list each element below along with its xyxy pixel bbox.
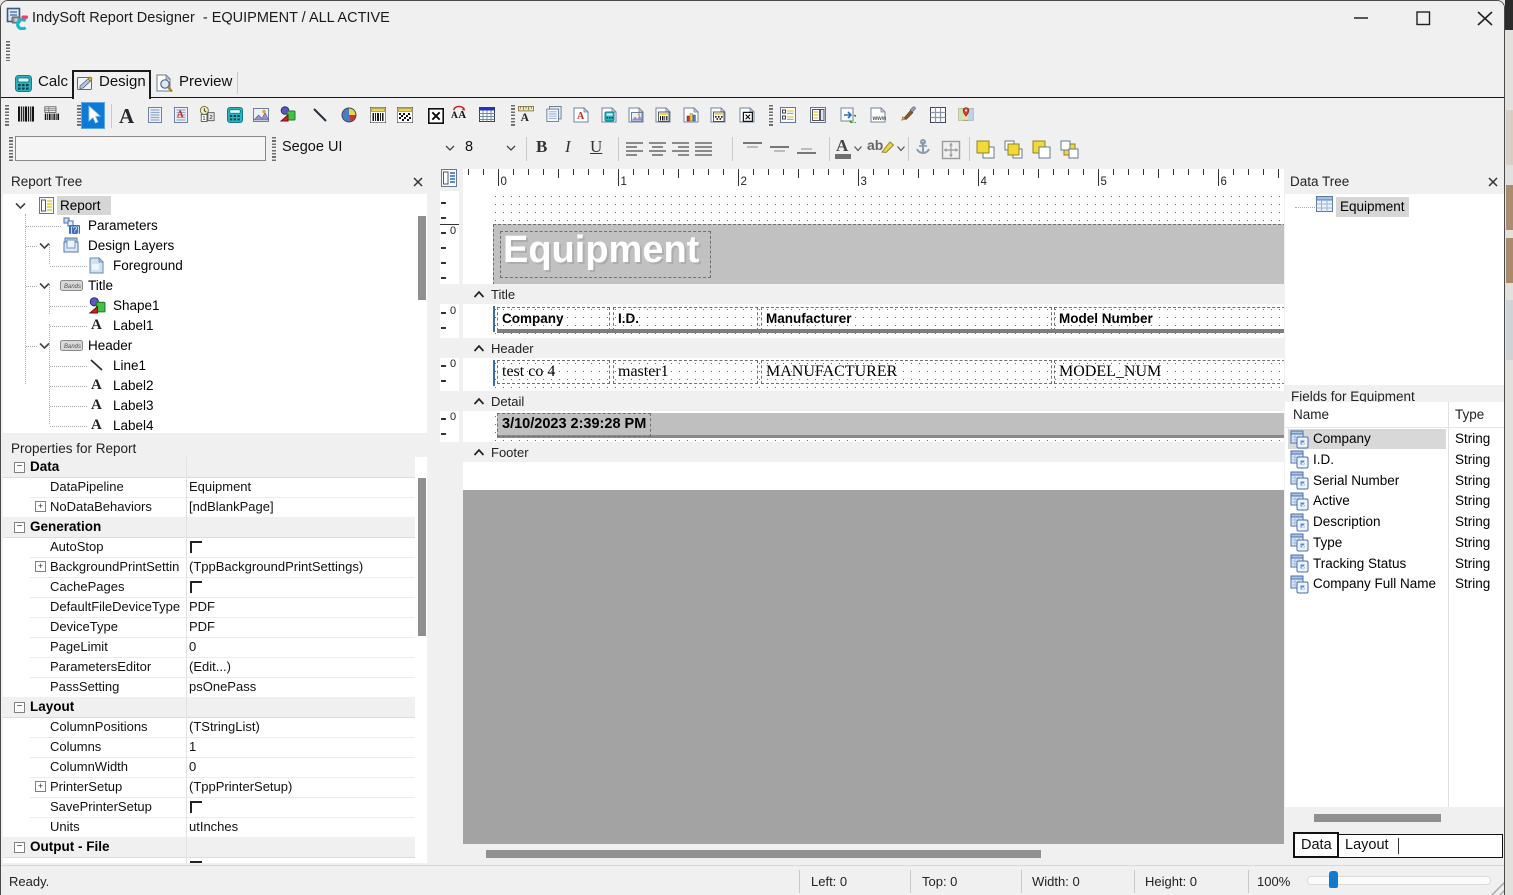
- svg-text:A: A: [521, 112, 530, 122]
- svg-text:2: 2: [209, 115, 212, 121]
- svg-text:Bands: Bands: [64, 284, 81, 290]
- svg-text:A: A: [177, 109, 184, 119]
- svg-text:[?]: [?]: [71, 226, 80, 235]
- svg-text:A: A: [451, 111, 458, 121]
- svg-text:A: A: [577, 111, 585, 122]
- svg-text:1: 1: [202, 116, 205, 122]
- svg-text:A: A: [458, 109, 466, 121]
- svg-text:www: www: [872, 116, 887, 122]
- svg-text:Bands: Bands: [64, 344, 81, 350]
